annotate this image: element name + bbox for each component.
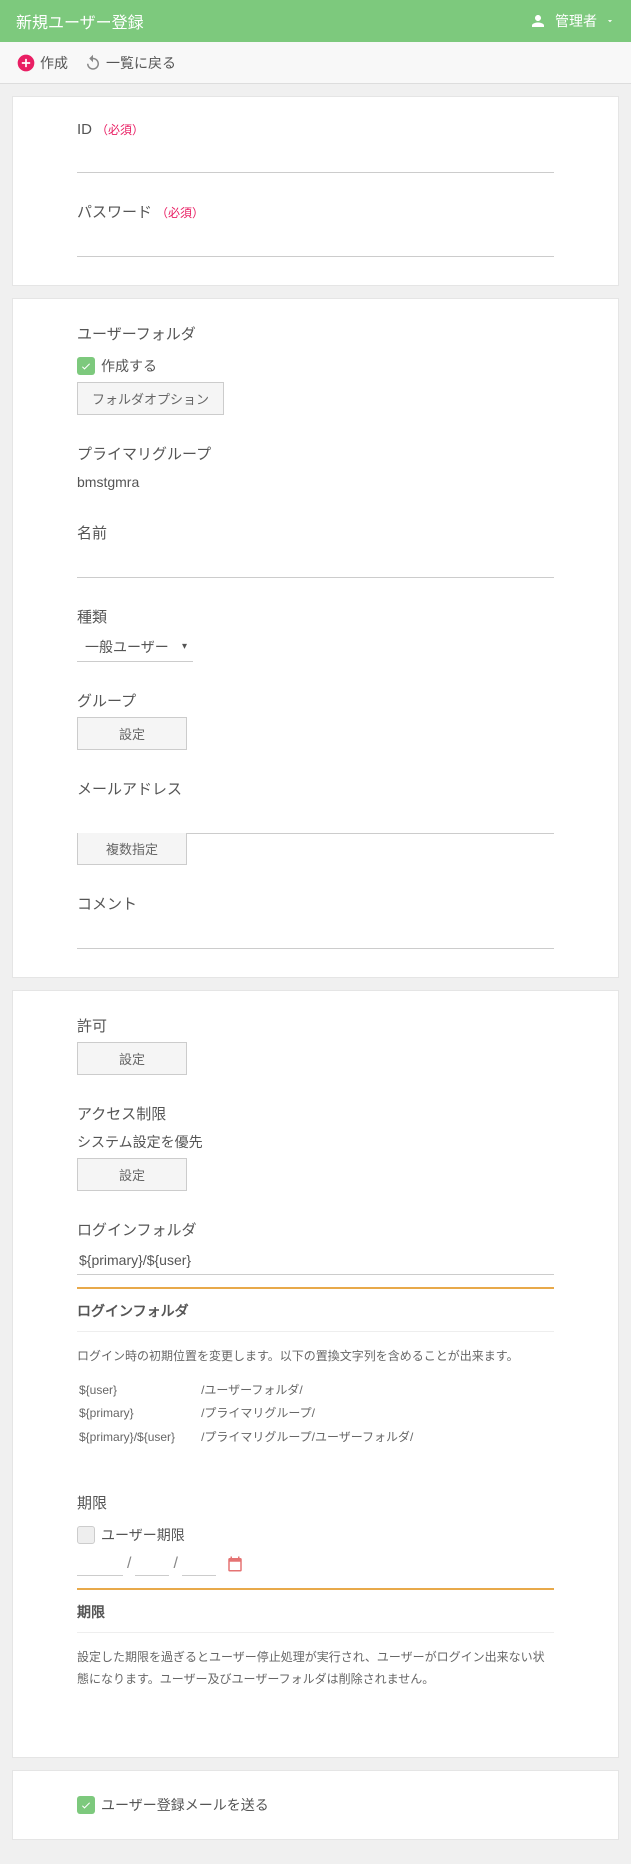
card-details: ユーザーフォルダ 作成する フォルダオプション プライマリグループ bmstgm… [12, 298, 619, 978]
help-desc: ログイン時の初期位置を変更します。以下の置換文字列を含めることが出来ます。 [77, 1346, 554, 1368]
help-title: 期限 [77, 1590, 554, 1633]
id-label: ID [77, 121, 92, 138]
send-mail-checkbox[interactable] [77, 1796, 95, 1814]
comment-input[interactable] [77, 920, 554, 949]
card-advanced: 許可 設定 アクセス制限 システム設定を優先 設定 ログインフォルダ ログインフ… [12, 990, 619, 1758]
login-folder-input[interactable] [77, 1246, 554, 1275]
access-hint: システム設定を優先 [77, 1132, 554, 1152]
expire-day-input[interactable] [182, 1551, 216, 1576]
access-label: アクセス制限 [77, 1103, 166, 1124]
expire-label: 期限 [77, 1492, 107, 1513]
user-expire-checkbox[interactable] [77, 1526, 95, 1544]
name-label: 名前 [77, 522, 107, 543]
send-mail-label: ユーザー登録メールを送る [101, 1795, 269, 1815]
permission-label: 許可 [77, 1015, 107, 1036]
help-title: ログインフォルダ [77, 1289, 554, 1332]
folder-options-button[interactable]: フォルダオプション [77, 382, 224, 415]
header-bar: 新規ユーザー登録 管理者 [0, 0, 631, 42]
mail-label: メールアドレス [77, 778, 182, 799]
card-basic: ID （必須） パスワード （必須） [12, 96, 619, 286]
create-button[interactable]: 作成 [10, 49, 74, 77]
chevron-down-icon [605, 16, 615, 26]
toolbar: 作成 一覧に戻る [0, 42, 631, 84]
group-settings-button[interactable]: 設定 [77, 717, 187, 750]
permission-settings-button[interactable]: 設定 [77, 1042, 187, 1075]
undo-icon [84, 54, 102, 72]
name-input[interactable] [77, 549, 554, 578]
group-label: グループ [77, 690, 136, 711]
back-button[interactable]: 一覧に戻る [78, 49, 182, 77]
required-marker: （必須） [96, 123, 144, 137]
expire-month-input[interactable] [135, 1551, 169, 1576]
id-input[interactable] [77, 144, 554, 173]
card-mail: ユーザー登録メールを送る [12, 1770, 619, 1840]
create-folder-label: 作成する [101, 356, 157, 376]
help-table: ${user}/ユーザーフォルダ/ ${primary}/プライマリグループ/ … [77, 1378, 439, 1451]
mail-multi-button[interactable]: 複数指定 [77, 833, 187, 865]
comment-label: コメント [77, 893, 137, 914]
type-label: 種類 [77, 606, 107, 627]
date-separator: / [173, 1555, 177, 1573]
header-user-menu[interactable]: 管理者 [529, 11, 615, 31]
plus-circle-icon [16, 53, 36, 73]
user-icon [529, 12, 547, 30]
page-title: 新規ユーザー登録 [16, 9, 144, 33]
login-folder-help: ログインフォルダ ログイン時の初期位置を変更します。以下の置換文字列を含めること… [77, 1287, 554, 1464]
calendar-icon[interactable] [226, 1555, 244, 1573]
access-settings-button[interactable]: 設定 [77, 1158, 187, 1191]
user-folder-label: ユーザーフォルダ [77, 323, 196, 344]
mail-input[interactable] [77, 805, 554, 834]
expire-help: 期限 設定した期限を過ぎるとユーザー停止処理が実行され、ユーザーがログイン出来な… [77, 1588, 554, 1704]
admin-label: 管理者 [555, 11, 597, 31]
password-input[interactable] [77, 228, 554, 257]
date-separator: / [127, 1555, 131, 1573]
primary-group-value: bmstgmra [77, 470, 554, 494]
expire-year-input[interactable] [77, 1551, 123, 1576]
primary-group-label: プライマリグループ [77, 443, 211, 464]
password-label: パスワード [77, 201, 152, 222]
login-folder-label: ログインフォルダ [77, 1219, 197, 1240]
help-desc: 設定した期限を過ぎるとユーザー停止処理が実行され、ユーザーがログイン出来ない状態… [77, 1633, 554, 1704]
required-marker: （必須） [156, 206, 204, 220]
user-expire-label: ユーザー期限 [101, 1525, 185, 1545]
type-select[interactable]: 一般ユーザー [77, 633, 193, 662]
create-folder-checkbox[interactable] [77, 357, 95, 375]
